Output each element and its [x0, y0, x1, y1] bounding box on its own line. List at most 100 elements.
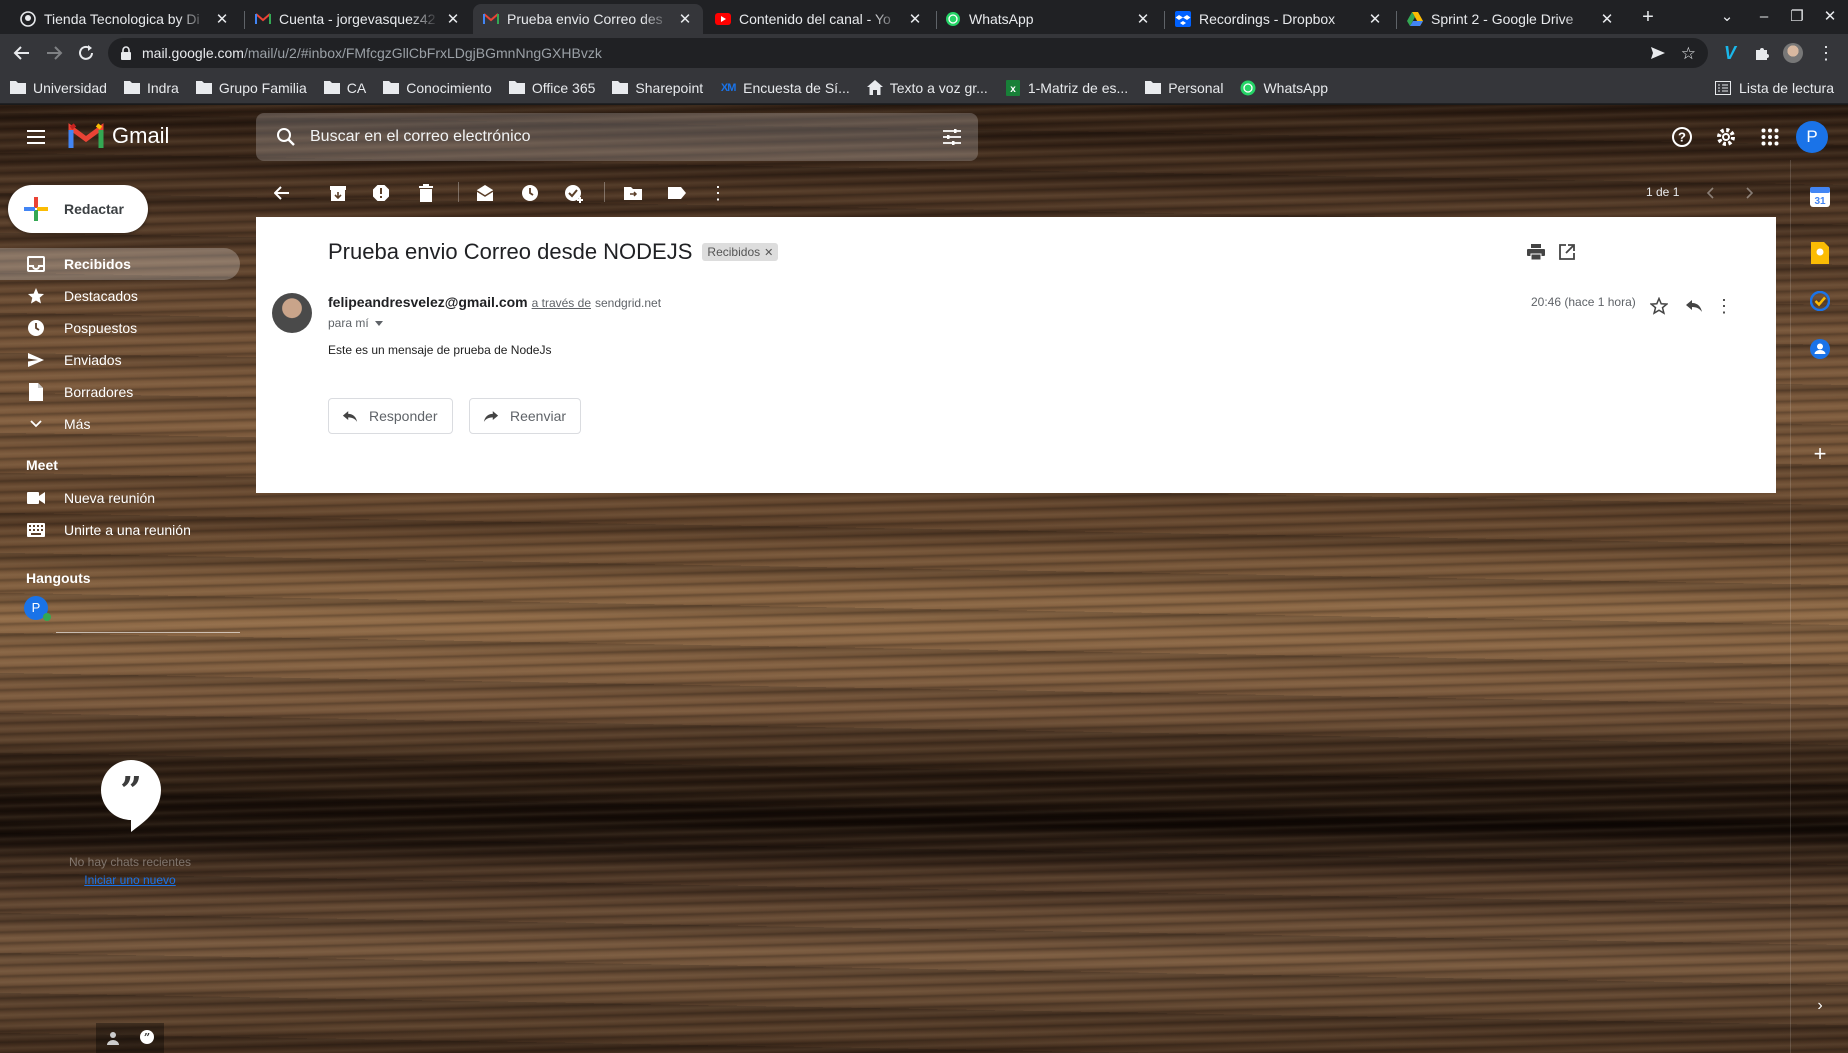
contacts-person-icon[interactable] — [106, 1031, 120, 1045]
compose-button[interactable]: Redactar — [8, 185, 148, 233]
bookmark-item[interactable]: Sharepoint — [612, 80, 703, 96]
tab-search-icon[interactable]: ⌄ — [1715, 6, 1739, 28]
reply-button[interactable]: Responder — [328, 398, 453, 434]
meet-join-meeting[interactable]: Unirte a una reunión — [0, 514, 240, 546]
account-avatar[interactable]: P — [1796, 121, 1828, 153]
sender-email[interactable]: felipeandresvelez@gmail.com — [328, 294, 528, 310]
draft-icon — [26, 382, 46, 402]
github-icon — [20, 11, 36, 27]
meet-new-meeting[interactable]: Nueva reunión — [0, 482, 240, 514]
mark-unread-icon[interactable] — [473, 181, 497, 205]
new-tab-button[interactable]: + — [1636, 6, 1660, 28]
bookmark-item[interactable]: CA — [323, 80, 366, 96]
close-tab-icon[interactable]: ✕ — [1367, 10, 1383, 28]
close-window-button[interactable]: ✕ — [1818, 6, 1842, 28]
back-button[interactable] — [8, 39, 36, 67]
nav-sent[interactable]: Enviados — [0, 344, 240, 376]
tab-tienda-tecnologica[interactable]: Tienda Tecnologica by Di ✕ — [10, 4, 240, 34]
report-spam-icon[interactable] — [369, 181, 393, 205]
bookmark-item[interactable]: Grupo Familia — [195, 80, 307, 96]
bookmark-item[interactable]: x 1-Matriz de es... — [1005, 79, 1128, 96]
close-tab-icon[interactable]: ✕ — [214, 10, 230, 28]
browser-menu-icon[interactable]: ⋮ — [1816, 43, 1836, 63]
forward-button[interactable] — [40, 39, 68, 67]
bookmark-item[interactable]: Texto a voz gr... — [866, 80, 988, 96]
tab-dropbox[interactable]: Recordings - Dropbox ✕ — [1165, 4, 1393, 34]
bookmark-item[interactable]: Office 365 — [508, 80, 595, 96]
hangouts-quote-bubble-icon: ” — [101, 760, 161, 832]
inbox-label-chip[interactable]: Recibidos ✕ — [702, 243, 779, 261]
share-icon[interactable] — [1650, 45, 1666, 61]
close-tab-icon[interactable]: ✕ — [445, 10, 461, 28]
bookmark-item[interactable]: Universidad — [10, 80, 107, 96]
tasks-app-icon[interactable] — [1809, 290, 1831, 312]
extensions-icon[interactable] — [1752, 43, 1772, 63]
tab-youtube[interactable]: Contenido del canal - Yo ✕ — [705, 4, 933, 34]
tab-cuenta[interactable]: Cuenta - jorgevasquez42 ✕ — [245, 4, 471, 34]
minimize-button[interactable]: – — [1752, 6, 1776, 28]
bookmark-star-icon[interactable]: ☆ — [1681, 44, 1696, 64]
search-icon[interactable] — [276, 127, 296, 147]
bookmark-item[interactable]: Indra — [123, 80, 179, 96]
clock-icon — [26, 318, 46, 338]
profile-avatar-icon[interactable] — [1783, 43, 1803, 63]
reading-list-button[interactable]: Lista de lectura — [1715, 80, 1834, 96]
bookmark-item[interactable]: WhatsApp — [1240, 80, 1328, 96]
vimeo-extension-icon[interactable]: V — [1720, 43, 1740, 63]
snooze-clock-icon[interactable] — [518, 181, 542, 205]
sender-avatar[interactable] — [272, 293, 312, 333]
main-menu-icon[interactable] — [16, 117, 56, 157]
close-tab-icon[interactable]: ✕ — [1135, 10, 1151, 28]
get-addons-plus-icon[interactable]: + — [1809, 441, 1831, 466]
bookmark-item[interactable]: Personal — [1145, 80, 1223, 96]
help-icon[interactable]: ? — [1662, 117, 1702, 157]
tab-title: Contenido del canal - Yo — [739, 11, 891, 27]
move-to-icon[interactable] — [621, 181, 645, 205]
nav-starred[interactable]: Destacados — [0, 280, 240, 312]
nav-inbox[interactable]: Recibidos — [0, 248, 240, 280]
gmail-logo[interactable]: Gmail — [68, 122, 169, 150]
calendar-app-icon[interactable]: 31 — [1809, 186, 1831, 208]
open-new-window-icon[interactable] — [1556, 241, 1578, 263]
bookmark-item[interactable]: XM Encuesta de Sí... — [720, 80, 850, 96]
more-actions-icon[interactable]: ⋮ — [706, 181, 730, 205]
delete-trash-icon[interactable] — [414, 181, 438, 205]
recipient-details-toggle[interactable]: para mí — [328, 316, 383, 330]
keep-app-icon[interactable] — [1809, 242, 1831, 264]
nav-more[interactable]: Más — [0, 408, 240, 440]
nav-snoozed[interactable]: Pospuestos — [0, 312, 240, 344]
close-tab-icon[interactable]: ✕ — [1599, 10, 1615, 28]
tab-whatsapp[interactable]: WhatsApp ✕ — [935, 4, 1161, 34]
search-options-icon[interactable] — [942, 128, 962, 146]
remove-label-icon[interactable]: ✕ — [764, 246, 773, 259]
settings-gear-icon[interactable] — [1706, 117, 1746, 157]
tab-prueba-envio[interactable]: Prueba envio Correo des ✕ — [473, 4, 703, 34]
reload-button[interactable] — [72, 39, 100, 67]
nav-drafts[interactable]: Borradores — [0, 376, 240, 408]
newer-chevron-icon[interactable] — [1698, 181, 1722, 205]
star-message-icon[interactable] — [1648, 295, 1670, 317]
add-to-tasks-icon[interactable] — [562, 181, 586, 205]
apps-grid-icon[interactable] — [1750, 117, 1790, 157]
message-more-icon[interactable]: ⋮ — [1713, 295, 1735, 317]
contacts-app-icon[interactable] — [1809, 338, 1831, 360]
print-icon[interactable] — [1525, 241, 1547, 263]
archive-icon[interactable] — [326, 181, 350, 205]
tab-google-drive[interactable]: Sprint 2 - Google Drive ✕ — [1397, 4, 1625, 34]
labels-tag-icon[interactable] — [665, 181, 689, 205]
hangouts-chat-icon[interactable]: ” — [139, 1030, 155, 1046]
older-chevron-icon[interactable] — [1738, 181, 1762, 205]
search-input[interactable]: Buscar en el correo electrónico — [310, 128, 942, 146]
address-bar[interactable]: mail.google.com/mail/u/2/#inbox/FMfcgzGl… — [108, 38, 1708, 68]
hide-side-panel-chevron-icon[interactable]: › — [1809, 995, 1831, 1017]
mail-search-bar[interactable]: Buscar en el correo electrónico — [256, 113, 978, 161]
forward-button[interactable]: Reenviar — [469, 398, 582, 434]
bookmark-item[interactable]: Conocimiento — [383, 80, 492, 96]
start-new-chat-link[interactable]: Iniciar uno nuevo — [0, 873, 260, 887]
close-tab-icon[interactable]: ✕ — [677, 10, 693, 28]
restore-button[interactable]: ❐ — [1785, 6, 1809, 28]
via-text[interactable]: a través de — [532, 296, 591, 310]
reply-arrow-icon[interactable] — [1683, 295, 1705, 317]
back-to-inbox-icon[interactable] — [270, 181, 294, 205]
close-tab-icon[interactable]: ✕ — [907, 10, 923, 28]
